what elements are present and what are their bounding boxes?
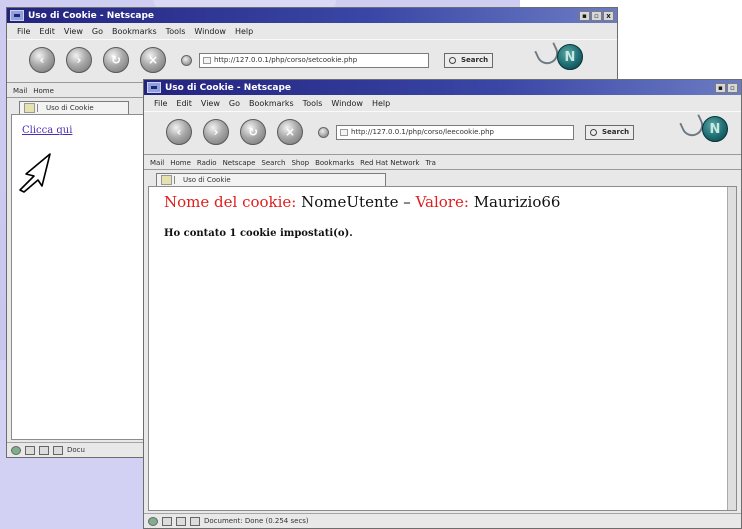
- personal-bar-item-home[interactable]: Home: [170, 159, 191, 167]
- front-status-text: Document: Done (0.254 secs): [204, 517, 309, 525]
- navigator-icon[interactable]: [148, 516, 158, 526]
- netscape-logo-icon: N: [557, 44, 583, 70]
- front-browser-window[interactable]: Uso di Cookie - Netscape ▪ ▫ File Edit V…: [143, 79, 742, 529]
- personal-bar-item-netscape[interactable]: Netscape: [223, 159, 256, 167]
- menu-file[interactable]: File: [154, 99, 167, 108]
- home-small-icon[interactable]: [181, 55, 192, 66]
- back-title-bar[interactable]: Uso di Cookie - Netscape ▪ ▫ x: [7, 8, 617, 23]
- menu-tools[interactable]: Tools: [303, 99, 323, 108]
- maximize-button[interactable]: ▫: [591, 10, 602, 21]
- cookie-name-value: NomeUtente: [301, 193, 399, 211]
- personal-bar-item-home[interactable]: Home: [33, 87, 54, 95]
- cookie-separator: –: [403, 193, 411, 211]
- cursor-arrow-icon: [19, 153, 51, 193]
- menu-file[interactable]: File: [17, 27, 30, 36]
- menu-go[interactable]: Go: [92, 27, 103, 36]
- page-proxy-icon: [340, 129, 348, 136]
- cookie-count-text: Ho contato 1 cookie impostati(o).: [164, 228, 353, 239]
- front-url-field[interactable]: http://127.0.0.1/php/corso/leecookie.php: [336, 125, 574, 140]
- front-tab-uso-di-cookie[interactable]: Uso di Cookie: [156, 173, 386, 187]
- menu-bookmarks[interactable]: Bookmarks: [112, 27, 157, 36]
- cookie-info-heading: Nome del cookie: NomeUtente – Valore: Ma…: [164, 193, 560, 211]
- window-controls: ▪ ▫: [715, 82, 738, 93]
- front-status-bar: Document: Done (0.254 secs): [144, 513, 741, 528]
- mail-icon[interactable]: [162, 516, 172, 526]
- personal-bar-item-bookmarks[interactable]: Bookmarks: [315, 159, 354, 167]
- page-proxy-icon: [203, 57, 211, 64]
- menu-view[interactable]: View: [64, 27, 83, 36]
- tab-edit-icon: [174, 176, 180, 184]
- netscape-throbber: N: [534, 42, 583, 76]
- personal-bar-item-tra[interactable]: Tra: [425, 159, 435, 167]
- forward-arrow-icon[interactable]: ›: [203, 119, 229, 145]
- back-arrow-icon[interactable]: ‹: [29, 47, 55, 73]
- menu-bookmarks[interactable]: Bookmarks: [249, 99, 294, 108]
- tab-page-icon: [161, 175, 172, 185]
- front-window-title: Uso di Cookie - Netscape: [165, 82, 292, 93]
- cookie-name-label: Nome del cookie:: [164, 193, 297, 211]
- front-tab-bar: Uso di Cookie: [144, 171, 741, 187]
- menu-help[interactable]: Help: [235, 27, 253, 36]
- personal-bar-item-search[interactable]: Search: [261, 159, 285, 167]
- netscape-throbber: N: [679, 114, 728, 148]
- clicca-qui-link[interactable]: Clicca qui: [22, 125, 72, 136]
- menu-edit[interactable]: Edit: [176, 99, 192, 108]
- magnifier-icon: [449, 57, 456, 64]
- menu-help[interactable]: Help: [372, 99, 390, 108]
- minimize-button[interactable]: ▪: [579, 10, 590, 21]
- menu-tools[interactable]: Tools: [166, 27, 186, 36]
- front-page-content: Nome del cookie: NomeUtente – Valore: Ma…: [148, 186, 737, 511]
- back-search-button[interactable]: Search: [444, 53, 494, 68]
- menu-window[interactable]: Window: [331, 99, 363, 108]
- back-tab-uso-di-cookie[interactable]: Uso di Cookie: [19, 101, 129, 115]
- maximize-button[interactable]: ▫: [727, 82, 738, 93]
- front-title-bar[interactable]: Uso di Cookie - Netscape ▪ ▫: [144, 80, 741, 95]
- composer-icon[interactable]: [176, 516, 186, 526]
- back-status-text: Docu: [67, 446, 85, 454]
- menu-window[interactable]: Window: [194, 27, 226, 36]
- personal-bar-item-mail[interactable]: Mail: [13, 87, 27, 95]
- front-navigation-toolbar: ‹ › ↻ × http://127.0.0.1/php/corso/leeco…: [144, 111, 741, 155]
- menu-edit[interactable]: Edit: [39, 27, 55, 36]
- tab-edit-icon: [37, 104, 43, 112]
- home-small-icon[interactable]: [318, 127, 329, 138]
- minimize-button[interactable]: ▪: [715, 82, 726, 93]
- back-arrow-icon[interactable]: ‹: [166, 119, 192, 145]
- app-window-icon: [10, 10, 24, 21]
- cookie-value-label: Valore:: [415, 193, 469, 211]
- personal-bar-item-mail[interactable]: Mail: [150, 159, 164, 167]
- stop-icon[interactable]: ×: [277, 119, 303, 145]
- back-window-title: Uso di Cookie - Netscape: [28, 10, 155, 21]
- close-button[interactable]: x: [603, 10, 614, 21]
- front-search-button[interactable]: Search: [585, 125, 635, 140]
- mail-icon[interactable]: [25, 445, 35, 455]
- vertical-scrollbar[interactable]: [727, 187, 736, 510]
- address-book-icon[interactable]: [53, 445, 63, 455]
- back-url-field[interactable]: http://127.0.0.1/php/corso/setcookie.php: [199, 53, 429, 68]
- forward-arrow-icon[interactable]: ›: [66, 47, 92, 73]
- netscape-logo-icon: N: [702, 116, 728, 142]
- app-window-icon: [147, 82, 161, 93]
- back-menu-bar: File Edit View Go Bookmarks Tools Window…: [7, 24, 617, 38]
- personal-bar-item-red-hat-network[interactable]: Red Hat Network: [360, 159, 419, 167]
- magnifier-icon: [590, 129, 597, 136]
- navigator-icon[interactable]: [11, 445, 21, 455]
- front-menu-bar: File Edit View Go Bookmarks Tools Window…: [144, 96, 741, 110]
- front-personal-toolbar: Mail Home Radio Netscape Search Shop Boo…: [144, 156, 741, 170]
- reload-icon[interactable]: ↻: [240, 119, 266, 145]
- menu-view[interactable]: View: [201, 99, 220, 108]
- stop-icon[interactable]: ×: [140, 47, 166, 73]
- tab-page-icon: [24, 103, 35, 113]
- cookie-value-value: Maurizio66: [473, 193, 561, 211]
- reload-icon[interactable]: ↻: [103, 47, 129, 73]
- composer-icon[interactable]: [39, 445, 49, 455]
- back-navigation-toolbar: ‹ › ↻ × http://127.0.0.1/php/corso/setco…: [7, 39, 617, 83]
- window-controls: ▪ ▫ x: [579, 10, 614, 21]
- menu-go[interactable]: Go: [229, 99, 240, 108]
- personal-bar-item-shop[interactable]: Shop: [291, 159, 309, 167]
- address-book-icon[interactable]: [190, 516, 200, 526]
- personal-bar-item-radio[interactable]: Radio: [197, 159, 217, 167]
